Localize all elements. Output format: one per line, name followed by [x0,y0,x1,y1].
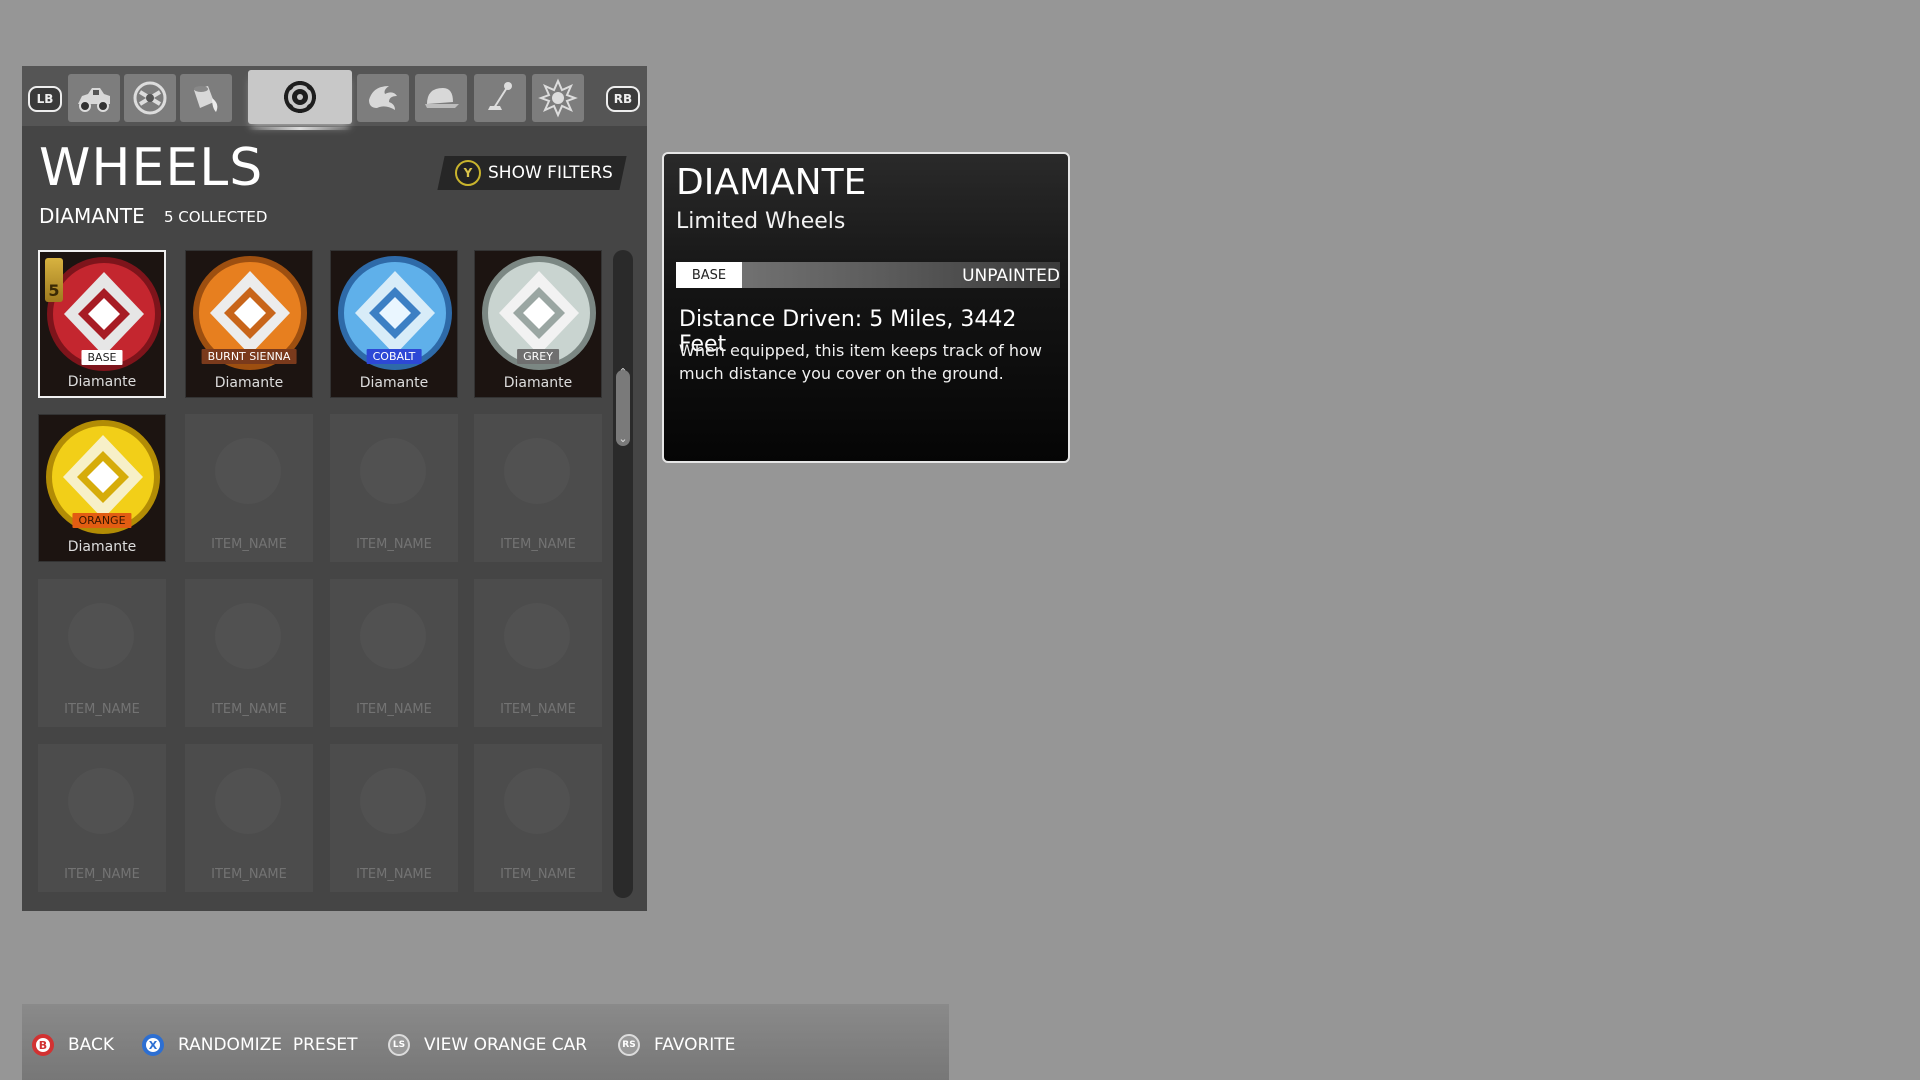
empty-slot-label: ITEM_NAME [211,702,287,717]
empty-item-slot: ITEM_NAME [330,744,458,892]
goal-explosion-icon [538,78,578,118]
empty-slot-label: ITEM_NAME [64,867,140,882]
item-card-base[interactable]: 5 BASE Diamante [38,250,166,398]
empty-item-slot: ITEM_NAME [185,579,313,727]
empty-item-slot: ITEM_NAME [330,414,458,562]
empty-item-slot: ITEM_NAME [38,579,166,727]
empty-item-slot: ITEM_NAME [185,744,313,892]
left-stick-icon: LS [388,1034,410,1056]
tab-car-body[interactable] [68,74,120,122]
favorite-count-badge: 5 [45,258,63,302]
item-card-cobalt[interactable]: COBALT Diamante [330,250,458,398]
tab-antenna[interactable] [474,74,526,122]
item-group-title: DIAMANTE [39,204,145,228]
stat-description: When equipped, this item keeps track of … [679,341,1042,383]
item-card-grey[interactable]: GREY Diamante [474,250,602,398]
tab-goal-explosion[interactable] [532,74,584,122]
chevron-down-icon: ⌄ [618,432,628,445]
empty-slot-label: ITEM_NAME [211,867,287,882]
decal-icon [133,81,167,115]
paint-label: COBALT [366,349,422,364]
item-name: Diamante [359,375,429,391]
empty-slot-label: ITEM_NAME [500,537,576,552]
wheels-icon [284,81,316,113]
paint-label: GREY [517,349,559,364]
item-card-burnt-sienna[interactable]: BURNT SIENNA Diamante [185,250,313,398]
inventory-panel: LB RB WHEELS DIAMANTE 5 COLLECTED Y SHOW… [22,66,647,911]
item-name: Diamante [503,375,573,391]
empty-item-slot: ITEM_NAME [38,744,166,892]
paint-label: BURNT SIENNA [201,349,297,364]
favorite-prompt[interactable]: RS FAVORITE [618,1034,735,1056]
paint-bar: BASE UNPAINTED [676,262,1060,288]
empty-slot-label: ITEM_NAME [500,702,576,717]
lb-shoulder-button[interactable]: LB [28,86,62,112]
antenna-icon [488,82,512,110]
button-prompt-bar: B BACK X RANDOMIZE PRESET LS VIEW ORANGE… [22,1004,949,1080]
topper-icon [425,88,459,108]
tab-paint-finish[interactable] [180,74,232,122]
item-name: Diamante [67,539,137,555]
tab-rocket-boost[interactable] [357,74,409,122]
back-prompt[interactable]: B BACK [32,1034,114,1056]
show-filters-button[interactable]: Y SHOW FILTERS [437,156,627,190]
view-car-label: VIEW ORANGE CAR [424,1035,588,1055]
collected-count: 5 COLLECTED [164,208,268,226]
page-title: WHEELS [39,138,264,198]
paint-finish-icon [194,86,218,112]
empty-slot-label: ITEM_NAME [356,702,432,717]
favorite-label: FAVORITE [654,1035,736,1055]
randomize-preset-prompt[interactable]: X RANDOMIZE PRESET [142,1034,358,1056]
back-label: BACK [68,1035,115,1055]
paint-label: BASE [81,350,123,365]
tab-wheels[interactable] [248,70,352,130]
x-button-icon: X [142,1034,164,1056]
tab-topper[interactable] [415,74,467,122]
paint-base-label: BASE [676,262,742,288]
car-body-icon [78,88,110,112]
rocket-boost-icon [369,86,397,110]
paint-label: ORANGE [72,513,132,528]
show-filters-label: SHOW FILTERS [488,163,613,183]
empty-item-slot: ITEM_NAME [474,414,602,562]
detail-item-name: DIAMANTE [676,162,867,203]
randomize-preset-label: RANDOMIZE PRESET [178,1035,358,1055]
empty-slot-label: ITEM_NAME [211,537,287,552]
y-button-icon: Y [455,160,481,186]
empty-item-slot: ITEM_NAME [185,414,313,562]
empty-slot-label: ITEM_NAME [500,867,576,882]
grid-scrollbar[interactable]: ⌃ ⌄ [613,250,633,898]
view-car-prompt[interactable]: LS VIEW ORANGE CAR [388,1034,587,1056]
paint-value: UNPAINTED [962,266,1060,286]
rb-shoulder-button[interactable]: RB [606,86,640,112]
empty-item-slot: ITEM_NAME [474,744,602,892]
item-detail-card: DIAMANTE Limited Wheels BASE UNPAINTED D… [662,152,1070,463]
item-name: Diamante [67,374,137,390]
tab-decal[interactable] [124,74,176,122]
empty-item-slot: ITEM_NAME [330,579,458,727]
detail-item-category: Limited Wheels [676,209,846,234]
empty-slot-label: ITEM_NAME [356,867,432,882]
item-name: Diamante [214,375,284,391]
right-stick-icon: RS [618,1034,640,1056]
empty-slot-label: ITEM_NAME [64,702,140,717]
empty-item-slot: ITEM_NAME [474,579,602,727]
b-button-icon: B [32,1034,54,1056]
empty-slot-label: ITEM_NAME [356,537,432,552]
category-tab-bar: LB RB [22,66,647,130]
item-card-orange[interactable]: ORANGE Diamante [38,414,166,562]
